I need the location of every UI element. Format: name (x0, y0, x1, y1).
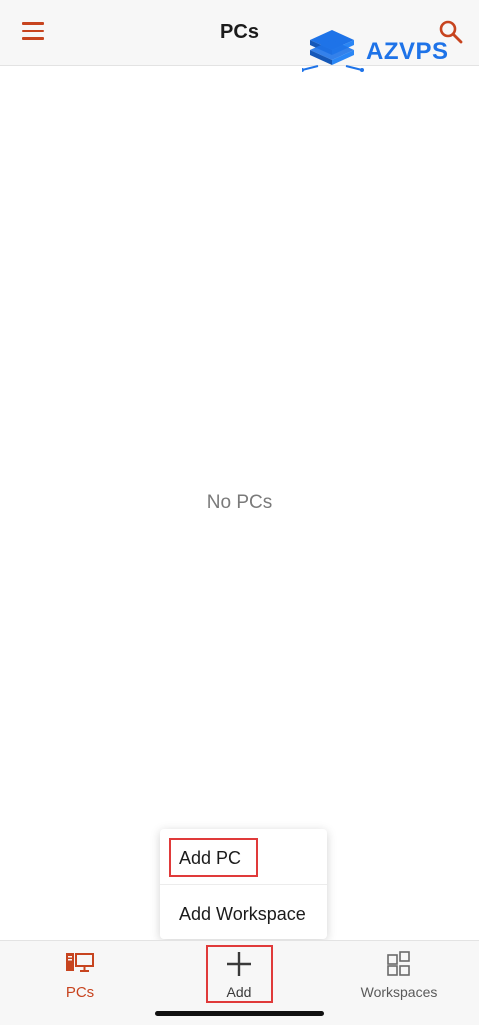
home-indicator[interactable] (155, 1011, 324, 1016)
nav-add-tab[interactable]: Add (205, 941, 273, 1011)
nav-workspaces-tab[interactable]: Workspaces (349, 941, 449, 1011)
add-menu-popup: Add PC Add Workspace (160, 829, 327, 939)
server-stack-logo (302, 30, 364, 72)
add-workspace-label: Add Workspace (179, 904, 306, 924)
watermark-text: AZVPS (366, 38, 449, 65)
empty-state-text: No PCs (206, 492, 273, 513)
plus-icon (227, 952, 251, 976)
nav-add-label: Add (226, 984, 252, 1000)
nav-pcs-tab[interactable]: PCs (45, 941, 115, 1011)
azvps-watermark: AZVPS (302, 26, 452, 74)
add-workspace-menu-item[interactable]: Add Workspace (160, 884, 327, 940)
workspaces-grid-icon (387, 951, 410, 976)
nav-pcs-label: PCs (65, 984, 95, 1001)
add-pc-menu-item[interactable]: Add PC (160, 829, 327, 884)
monitor-icon (66, 953, 94, 972)
add-pc-label: Add PC (179, 848, 242, 868)
nav-workspaces-label: Workspaces (360, 984, 438, 1000)
